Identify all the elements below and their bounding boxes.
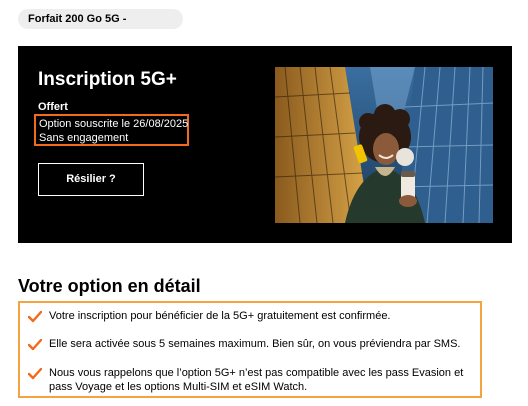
check-icon <box>28 339 42 351</box>
offer-status: Offert <box>38 101 68 113</box>
plan-selector-chip[interactable]: Forfait 200 Go 5G - <box>18 9 183 29</box>
subscription-date: Option souscrite le 26/08/2025 <box>39 118 189 130</box>
detail-text: Elle sera activée sous 5 semaines maximu… <box>49 338 461 350</box>
option-details-title: Votre option en détail <box>18 276 201 296</box>
check-icon <box>28 368 42 380</box>
check-icon <box>28 311 42 323</box>
option-hero-card: Inscription 5G+ Offert Option souscrite … <box>18 46 512 243</box>
subscription-info-box: Option souscrite le 26/08/2025 Sans enga… <box>34 114 189 146</box>
commitment-text: Sans engagement <box>39 132 129 144</box>
detail-text: Votre inscription pour bénéficier de la … <box>49 310 391 322</box>
promo-photo <box>275 67 493 223</box>
hero-title: Inscription 5G+ <box>38 69 177 90</box>
cancel-option-button[interactable]: Résilier ? <box>38 163 144 196</box>
option-details-box: Votre inscription pour bénéficier de la … <box>18 301 482 398</box>
detail-text: Nous vous rappelons que l’option 5G+ n’e… <box>49 367 464 393</box>
